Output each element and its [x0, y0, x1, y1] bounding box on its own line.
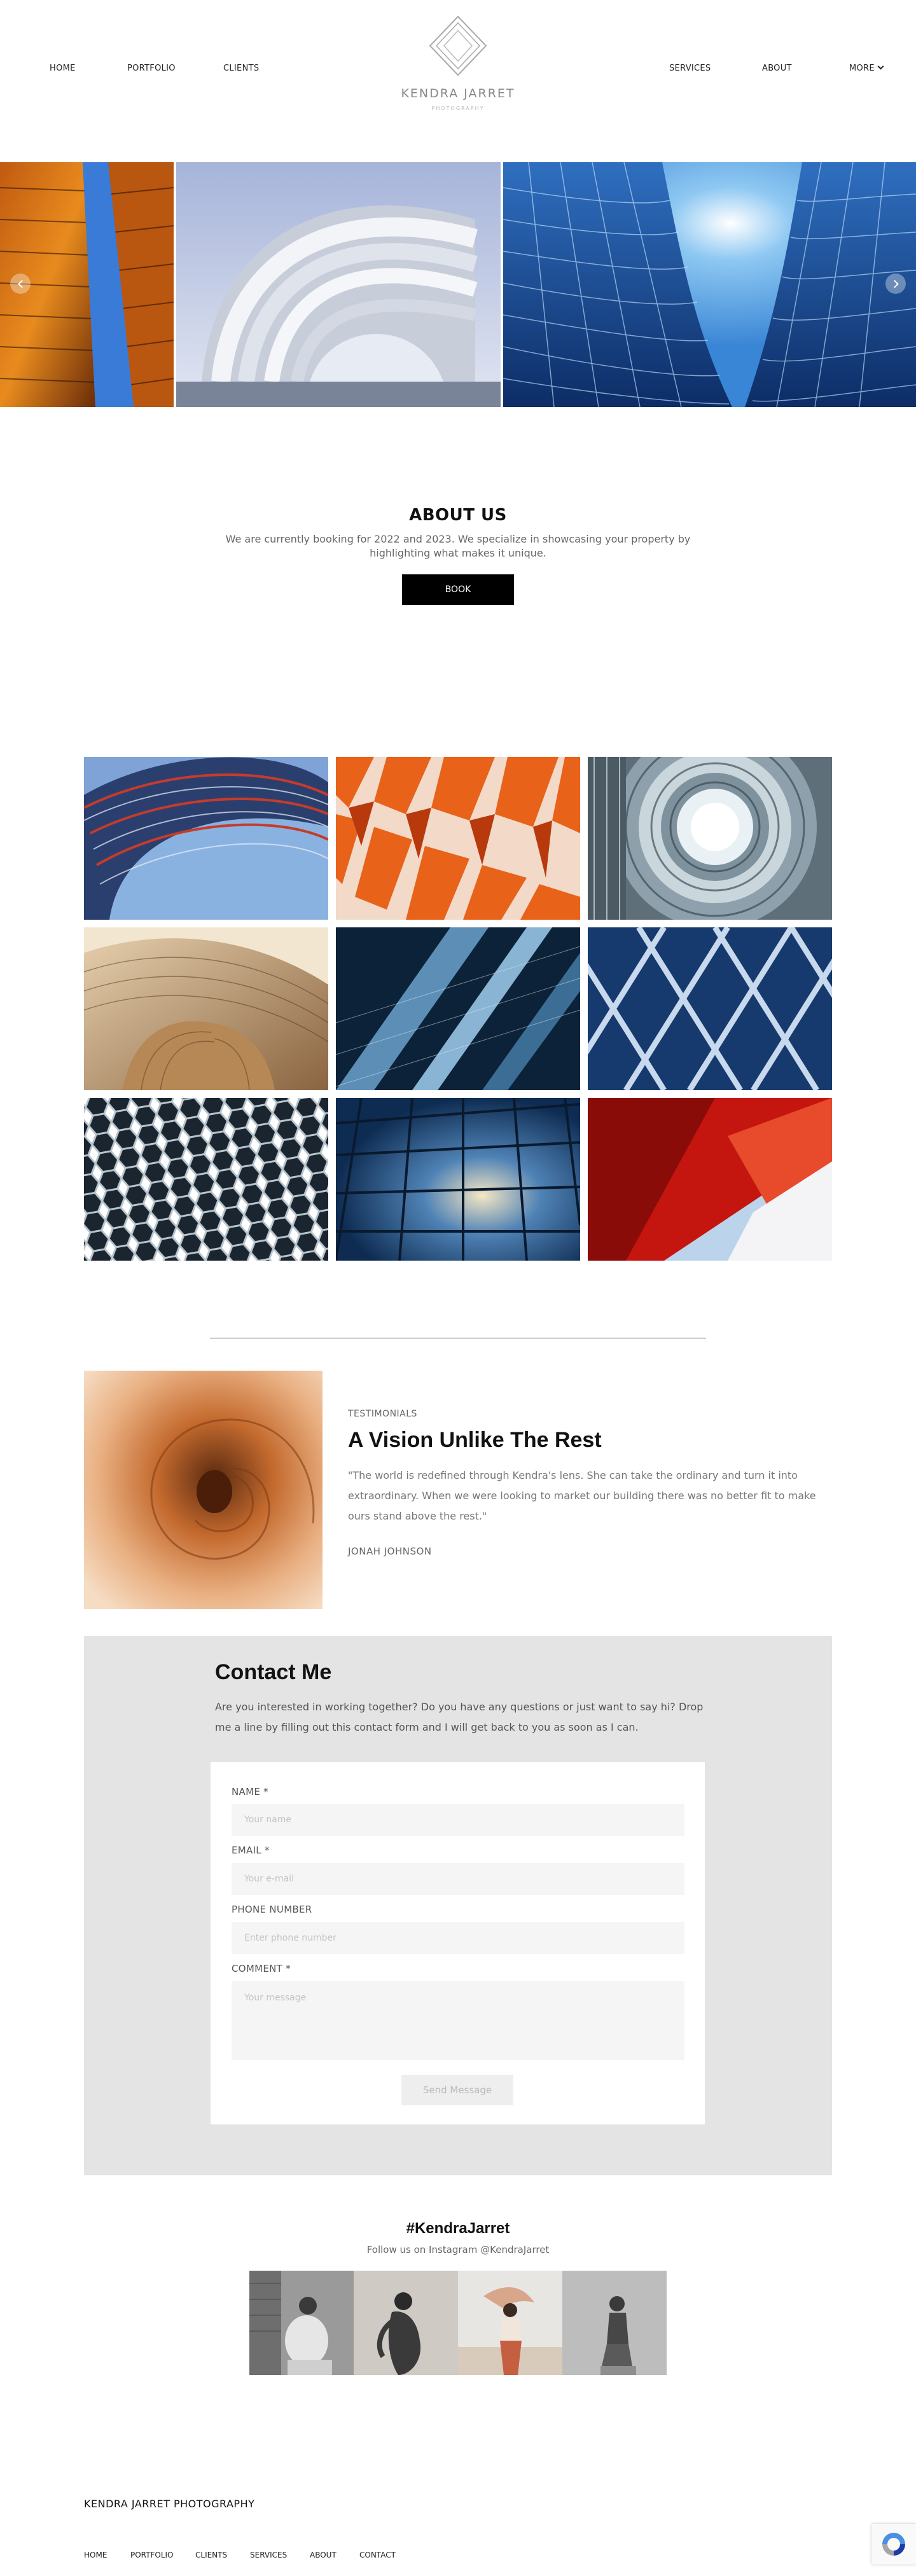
footer-link-portfolio[interactable]: PORTFOLIO: [130, 2551, 174, 2559]
phone-input[interactable]: [232, 1922, 684, 1954]
book-button[interactable]: BOOK: [402, 574, 514, 605]
instagram-feed: [249, 2271, 667, 2375]
name-label: NAME *: [232, 1786, 268, 1797]
about-text: We are currently booking for 2022 and 20…: [225, 533, 691, 559]
site-logo[interactable]: KENDRA JARRET PHOTOGRAPHY: [394, 14, 522, 111]
contact-title: Contact Me: [215, 1660, 332, 1684]
footer-link-about[interactable]: ABOUT: [310, 2551, 337, 2559]
email-input[interactable]: [232, 1863, 684, 1895]
site-header: HOME PORTFOLIO CLIENTS KENDRA JARRET PHO…: [0, 0, 916, 162]
gallery-image-hexagon-pattern[interactable]: [84, 1098, 328, 1261]
instagram-subtitle: Follow us on Instagram @KendraJarret: [366, 2244, 550, 2255]
gallery-image-spiral-staircase[interactable]: [588, 757, 832, 920]
hero-slider[interactable]: [0, 162, 916, 407]
nav-more-label: MORE: [849, 64, 875, 73]
hero-slide-blue-skyscraper: [503, 162, 916, 407]
comment-textarea[interactable]: [232, 1981, 684, 2060]
name-input[interactable]: [232, 1804, 684, 1836]
testimonial-title: A Vision Unlike The Rest: [348, 1428, 602, 1452]
recaptcha-icon: [882, 2533, 905, 2556]
instagram-post[interactable]: [354, 2271, 458, 2375]
instagram-section: #KendraJarret Follow us on Instagram @Ke…: [0, 2220, 916, 2255]
chevron-down-icon: [877, 63, 884, 70]
testimonial-author: JONAH JOHNSON: [348, 1546, 432, 1557]
footer-brand: KENDRA JARRET PHOTOGRAPHY: [84, 2498, 255, 2510]
gallery-image-orange-geometric-facade[interactable]: [336, 757, 580, 920]
nav-portfolio[interactable]: PORTFOLIO: [127, 64, 176, 73]
testimonial-quote: "The world is redefined through Kendra's…: [348, 1469, 816, 1522]
diamond-logo-icon: [429, 15, 487, 76]
gallery-image-red-building-angles[interactable]: [588, 1098, 832, 1261]
about-section: ABOUT US We are currently booking for 20…: [0, 506, 916, 605]
gallery-image-glass-roof[interactable]: [336, 1098, 580, 1261]
slider-prev-button[interactable]: [10, 274, 31, 294]
recaptcha-badge[interactable]: [871, 2524, 916, 2565]
about-title: ABOUT US: [409, 506, 507, 525]
footer-link-services[interactable]: SERVICES: [250, 2551, 287, 2559]
section-divider: [210, 1338, 706, 1339]
gallery-image-blue-diagonal-grid[interactable]: [588, 927, 832, 1090]
testimonial-image: [84, 1371, 323, 1609]
gallery-image-curved-blue-facade[interactable]: [84, 757, 328, 920]
testimonial-section: TESTIMONIALS A Vision Unlike The Rest "T…: [348, 1409, 831, 1557]
instagram-title: #KendraJarret: [406, 2220, 510, 2237]
nav-more[interactable]: MORE: [849, 63, 884, 73]
testimonial-eyebrow: TESTIMONIALS: [348, 1409, 417, 1419]
nav-clients[interactable]: CLIENTS: [223, 64, 259, 73]
chevron-left-icon: [17, 279, 26, 288]
slider-next-button[interactable]: [885, 274, 906, 294]
nav-home[interactable]: HOME: [50, 64, 76, 73]
contact-intro: Are you interested in working together? …: [215, 1701, 704, 1733]
chevron-right-icon: [890, 279, 899, 288]
gallery-image-dark-glass-angles[interactable]: [336, 927, 580, 1090]
footer-link-home[interactable]: HOME: [84, 2551, 107, 2559]
instagram-post[interactable]: [562, 2271, 667, 2375]
contact-form: NAME * EMAIL * PHONE NUMBER COMMENT * Se…: [211, 1762, 705, 2124]
footer-link-clients[interactable]: CLIENTS: [195, 2551, 227, 2559]
footer-link-contact[interactable]: CONTACT: [359, 2551, 396, 2559]
nav-about[interactable]: ABOUT: [762, 64, 792, 73]
gallery-image-wooden-curved-ceiling[interactable]: [84, 927, 328, 1090]
instagram-post[interactable]: [458, 2271, 562, 2375]
hero-slide-white-arch: [176, 162, 501, 407]
send-message-button[interactable]: Send Message: [401, 2075, 513, 2105]
nav-services[interactable]: SERVICES: [669, 64, 711, 73]
comment-label: COMMENT *: [232, 1963, 291, 1974]
email-label: EMAIL *: [232, 1845, 270, 1856]
logo-tagline: PHOTOGRAPHY: [431, 106, 485, 111]
contact-section: Contact Me Are you interested in working…: [84, 1636, 832, 2175]
logo-name: KENDRA JARRET: [401, 87, 515, 100]
instagram-post[interactable]: [249, 2271, 354, 2375]
phone-label: PHONE NUMBER: [232, 1904, 312, 1915]
